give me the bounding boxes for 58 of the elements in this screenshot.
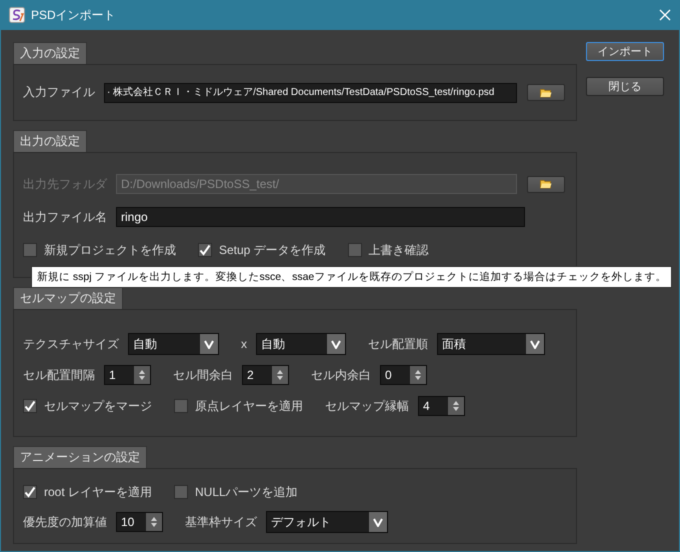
chevron-down-icon [204, 340, 214, 348]
field-label: 基準枠サイズ [185, 514, 257, 530]
spin-box[interactable]: 4 [418, 396, 465, 416]
checkbox-label: Setup データを作成 [219, 242, 326, 258]
window-title: PSDインポート [31, 6, 117, 24]
checkbox[interactable] [198, 243, 212, 257]
up-down-arrows-icon [150, 516, 158, 528]
dropdown[interactable]: 面積 [437, 333, 545, 355]
field-label: 優先度の加算値 [23, 514, 107, 530]
app-icon [9, 7, 25, 23]
checkbox[interactable] [348, 243, 362, 257]
spin-box[interactable]: 0 [380, 365, 427, 385]
checkbox[interactable] [23, 243, 37, 257]
field-label: セル内余白 [311, 366, 371, 384]
spin-box[interactable]: 10 [116, 512, 163, 532]
chevron-down-icon [530, 340, 540, 348]
checkbox-label: 新規プロジェクトを作成 [44, 242, 176, 258]
up-down-arrows-icon [452, 400, 460, 412]
checkmark-icon [24, 486, 36, 498]
field-label: 入力ファイル [23, 84, 95, 101]
field-label: セルマップ縁幅 [325, 398, 409, 414]
dropdown[interactable]: デフォルト [266, 511, 388, 533]
dropdown[interactable]: 自動 [128, 333, 219, 355]
text-field[interactable]: ringo [116, 207, 525, 227]
chevron-down-icon [331, 340, 341, 348]
dropdown[interactable]: 自動 [256, 333, 346, 355]
folder-icon [540, 88, 552, 98]
checkbox-label: セルマップをマージ [44, 398, 152, 414]
spin-box[interactable]: 1 [104, 365, 151, 385]
up-down-arrows-icon [138, 369, 146, 381]
checkbox-label: 原点レイヤーを適用 [195, 398, 303, 414]
dialog-button[interactable]: インポート [586, 42, 664, 61]
field-label: セル間余白 [173, 366, 233, 384]
checkbox-label: 上書き確認 [368, 242, 429, 258]
checkbox[interactable] [174, 399, 188, 413]
checkmark-icon [199, 244, 211, 256]
close-icon[interactable] [659, 9, 671, 21]
folder-icon [540, 179, 552, 189]
checkbox-label: root レイヤーを適用 [44, 484, 152, 500]
chevron-down-icon [373, 518, 383, 526]
checkmark-icon [24, 400, 36, 412]
dialog-button[interactable]: 閉じる [586, 77, 664, 96]
field-label: セル配置順 [368, 336, 428, 352]
field-label: セル配置間隔 [23, 366, 95, 384]
browse-button[interactable] [527, 84, 565, 101]
spin-box[interactable]: 2 [242, 365, 289, 385]
up-down-arrows-icon [414, 369, 422, 381]
field-label: x [241, 337, 247, 351]
up-down-arrows-icon [276, 369, 284, 381]
tooltip: 新規に sspj ファイルを出力します。変換したssce、ssaeファイルを既存のプロジェクトに追加する場合はチェックを外します。 [31, 266, 672, 288]
field-label: 出力先フォルダ [23, 176, 107, 192]
text-field[interactable]: · 株式会社ＣＲＩ・ミドルウェア/Shared Documents/TestData/PSDtoSS_test/ringo.psd [104, 82, 517, 102]
checkbox-label: NULLパーツを追加 [195, 484, 298, 500]
checkbox[interactable] [23, 485, 37, 499]
checkbox[interactable] [23, 399, 37, 413]
field-label: テクスチャサイズ [23, 336, 119, 352]
field-label: 出力ファイル名 [23, 208, 107, 226]
checkbox[interactable] [174, 485, 188, 499]
